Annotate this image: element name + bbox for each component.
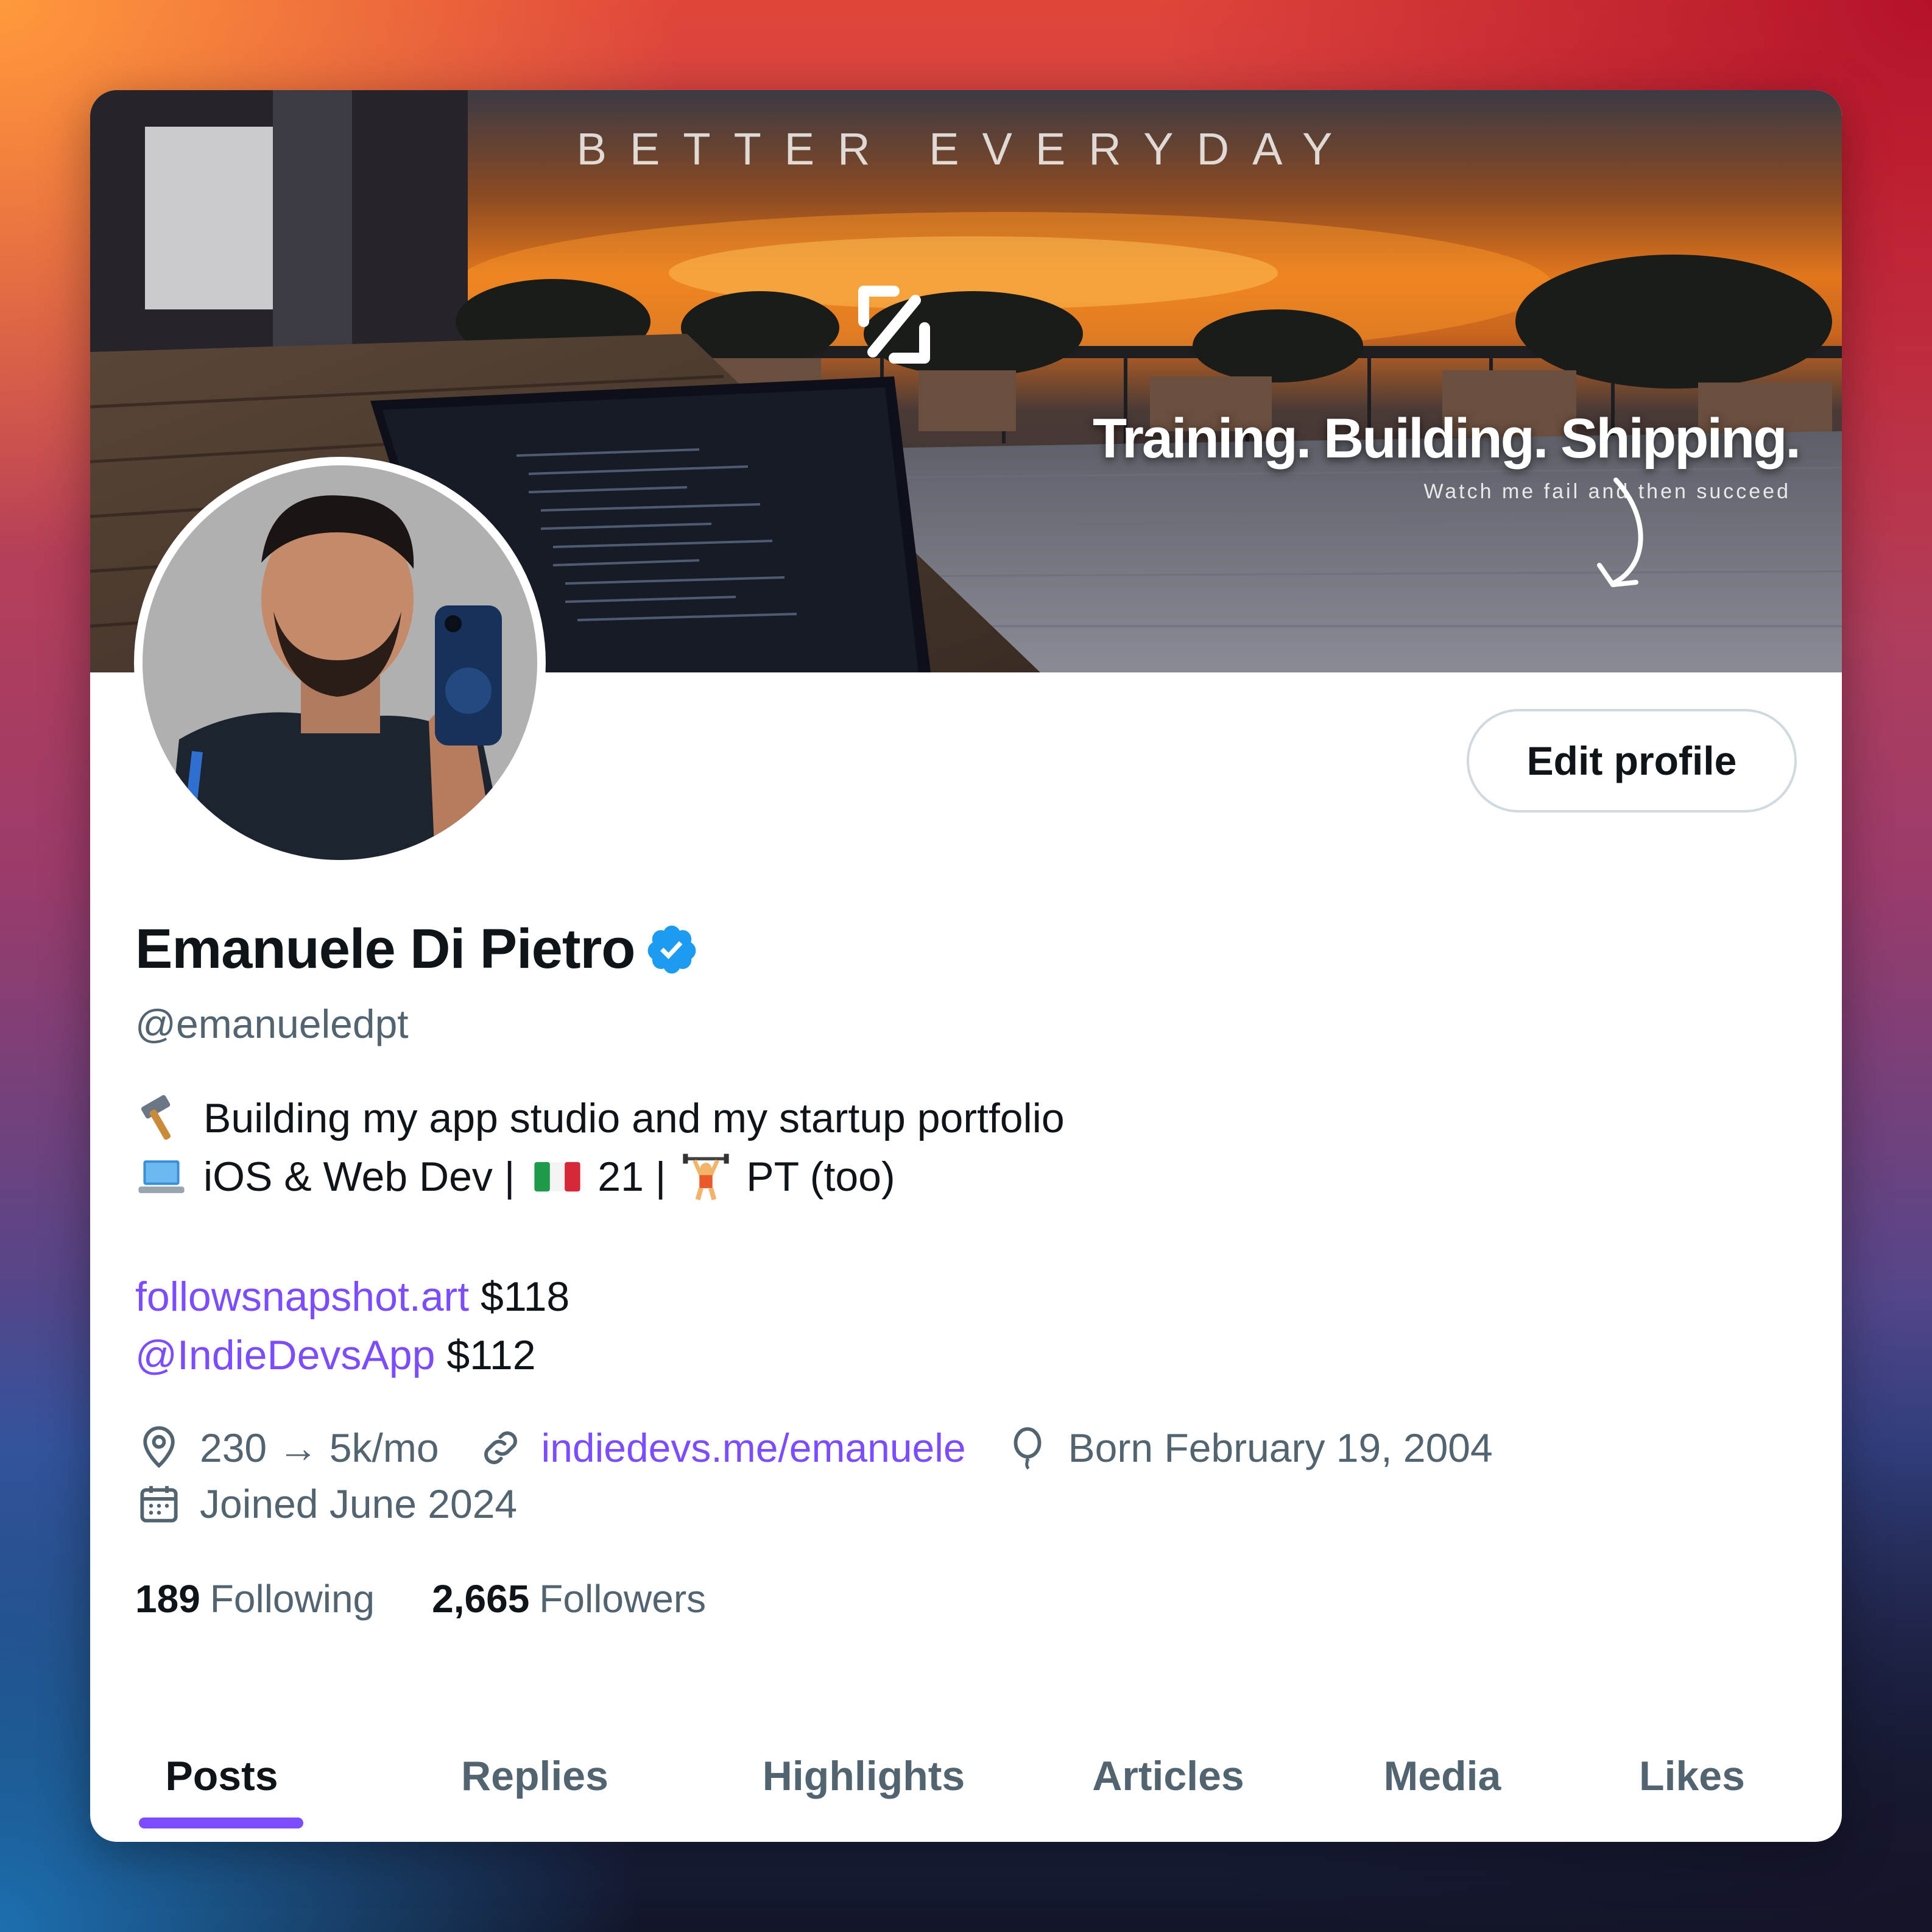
project-revenue-1: $118	[481, 1274, 570, 1320]
profile-bio: Building my app studio and my startup po…	[135, 1089, 1065, 1206]
followers-count: 2,665	[432, 1577, 530, 1621]
following-count: 189	[135, 1577, 200, 1621]
tab-likes[interactable]: Likes	[1570, 1710, 1814, 1842]
profile-meta-row-1: 230 → 5k/mo indiedevs.me/emanuele Born F…	[135, 1424, 1531, 1472]
profile-tabs: Posts Replies Highlights Articles Media …	[90, 1710, 1842, 1842]
bio-text-2c: PT (too)	[735, 1154, 895, 1200]
edit-profile-button[interactable]: Edit profile	[1467, 709, 1797, 813]
display-name: Emanuele Di Pietro	[135, 918, 635, 980]
profile-meta-row-2: Joined June 2024	[135, 1480, 555, 1528]
profile-name-row: Emanuele Di Pietro	[135, 917, 699, 981]
weightlifter-emoji-icon	[683, 1154, 729, 1200]
following-label: Following	[210, 1577, 375, 1621]
following-stat[interactable]: 189 Following	[135, 1576, 375, 1621]
tab-highlights[interactable]: Highlights	[705, 1710, 1022, 1842]
meta-website: indiedevs.me/emanuele	[477, 1424, 966, 1472]
bio-text-2b: 21 |	[586, 1154, 678, 1200]
laptop-emoji-icon	[138, 1160, 185, 1193]
italy-flag-emoji-icon	[534, 1162, 580, 1192]
avatar-image	[143, 465, 537, 860]
meta-joined: Joined June 2024	[135, 1480, 517, 1528]
tab-media[interactable]: Media	[1314, 1710, 1570, 1842]
location-text: 230 → 5k/mo	[200, 1425, 439, 1470]
website-link[interactable]: indiedevs.me/emanuele	[541, 1425, 966, 1471]
profile-stats: 189 Following 2,665 Followers	[135, 1576, 763, 1621]
banner-headline: Training. Building. Shipping.	[1093, 407, 1801, 470]
active-tab-indicator	[139, 1817, 303, 1828]
verified-badge-icon[interactable]	[644, 922, 699, 977]
profile-handle: @emanueledpt	[135, 1001, 409, 1046]
banner-subline: Watch me fail and then succeed	[1423, 480, 1791, 503]
balloon-icon	[1014, 1427, 1042, 1470]
project-row-2: @IndieDevsApp $112	[135, 1331, 536, 1379]
birthday-text: Born February 19, 2004	[1068, 1425, 1493, 1470]
bio-text-1: Building my app studio and my startup po…	[203, 1095, 1065, 1141]
profile-avatar[interactable]	[134, 457, 546, 869]
calendar-icon	[140, 1486, 178, 1523]
project-link-1[interactable]: followsnapshot.art	[135, 1274, 469, 1320]
project-link-2[interactable]: @IndieDevsApp	[135, 1332, 435, 1378]
joined-text: Joined June 2024	[200, 1481, 518, 1526]
link-icon	[484, 1431, 517, 1464]
followers-label: Followers	[539, 1577, 707, 1621]
project-row-1: followsnapshot.art $118	[135, 1273, 569, 1320]
project-revenue-2: $112	[446, 1332, 536, 1378]
meta-birthday: Born February 19, 2004	[1004, 1424, 1493, 1472]
profile-card: BETTER EVERYDAY Training. Building. Ship…	[90, 90, 1842, 1842]
meta-location: 230 → 5k/mo	[135, 1424, 439, 1472]
banner-tagline: BETTER EVERYDAY	[576, 124, 1356, 174]
location-pin-icon	[143, 1426, 175, 1468]
hammer-emoji-icon	[141, 1095, 171, 1140]
bio-text-2a: iOS & Web Dev |	[203, 1154, 527, 1200]
bio-line-2: iOS & Web Dev | 21 | PT (too)	[135, 1148, 1065, 1206]
followers-stat[interactable]: 2,665 Followers	[432, 1576, 706, 1621]
bio-line-1: Building my app studio and my startup po…	[135, 1089, 1065, 1148]
tab-articles[interactable]: Articles	[1028, 1710, 1308, 1842]
tab-replies[interactable]: Replies	[407, 1710, 663, 1842]
